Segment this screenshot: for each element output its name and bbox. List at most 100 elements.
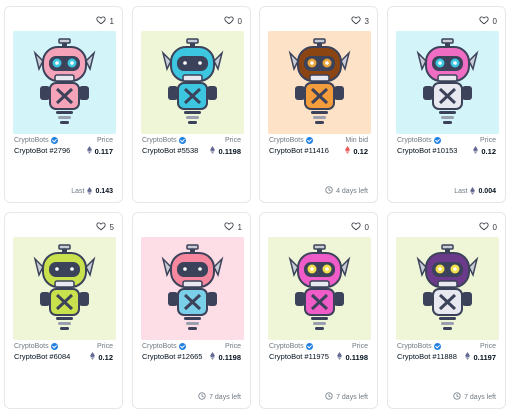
nft-card[interactable]: 1 CryptoBots Price CryptoBot #12665 0.11… (132, 212, 251, 409)
heart-icon (95, 221, 106, 233)
collection-name: CryptoBots (397, 343, 432, 350)
collection-link[interactable]: CryptoBots (142, 137, 186, 144)
card-meta: CryptoBots Price CryptoBot #11975 0.1198 (269, 343, 368, 362)
collection-link[interactable]: CryptoBots (397, 137, 441, 144)
collection-link[interactable]: CryptoBots (269, 137, 313, 144)
card-footer: Last 0.143 (5, 180, 122, 202)
collection-name: CryptoBots (14, 343, 49, 350)
eth-icon (210, 146, 216, 156)
heart-icon (478, 15, 489, 27)
card-footer: Last 0.004 (388, 180, 505, 202)
favorite-count: 0 (237, 16, 242, 26)
verified-icon (305, 343, 313, 350)
card-meta: CryptoBots Min bid CryptoBot #11416 0.12 (269, 137, 368, 156)
nft-name[interactable]: CryptoBot #11888 (397, 352, 457, 362)
collection-link[interactable]: CryptoBots (14, 343, 58, 350)
nft-price: 0.1198 (210, 146, 241, 156)
nft-price: 0.1197 (465, 352, 496, 362)
collection-name: CryptoBots (269, 343, 304, 350)
nft-image[interactable] (141, 31, 244, 134)
verified-icon (50, 343, 58, 350)
eth-icon (90, 352, 96, 362)
nft-name[interactable]: CryptoBot #10153 (397, 146, 457, 156)
nft-image[interactable] (13, 237, 116, 340)
verified-icon (433, 137, 441, 144)
clock-icon (325, 392, 333, 402)
eth-icon (86, 146, 92, 156)
nft-image[interactable] (268, 237, 371, 340)
nft-image[interactable] (268, 31, 371, 134)
card-footer: 7 days left (133, 386, 250, 408)
nft-name[interactable]: CryptoBot #11416 (269, 146, 329, 156)
eth-icon (345, 146, 351, 156)
favorite-button[interactable]: 5 (95, 221, 114, 233)
collection-link[interactable]: CryptoBots (269, 343, 313, 350)
price-label: Price (225, 137, 241, 144)
eth-icon (337, 352, 343, 362)
card-meta: CryptoBots Price CryptoBot #10153 0.12 (397, 137, 496, 156)
nft-card[interactable]: 3 CryptoBots Min bid CryptoBot #11416 0.… (259, 6, 378, 203)
collection-link[interactable]: CryptoBots (397, 343, 441, 350)
favorite-count: 1 (237, 222, 242, 232)
nft-card[interactable]: 0 CryptoBots Price CryptoBot #10153 0.12… (387, 6, 506, 203)
nft-price: 0.1198 (337, 352, 368, 362)
nft-name[interactable]: CryptoBot #6084 (14, 352, 70, 362)
nft-card[interactable]: 0 CryptoBots Price CryptoBot #11888 0.11… (387, 212, 506, 409)
heart-icon (350, 221, 361, 233)
price-label: Price (480, 343, 496, 350)
favorite-button[interactable]: 0 (350, 221, 369, 233)
nft-image[interactable] (396, 31, 499, 134)
favorite-button[interactable]: 0 (478, 221, 497, 233)
nft-price: 0.1198 (210, 352, 241, 362)
time-left-label: 7 days left (464, 393, 496, 401)
favorite-button[interactable]: 0 (223, 15, 242, 27)
nft-card[interactable]: 0 CryptoBots Price CryptoBot #5538 0.119… (132, 6, 251, 203)
price-label: Price (97, 343, 113, 350)
price-label: Price (480, 137, 496, 144)
card-meta: CryptoBots Price CryptoBot #11888 0.1197 (397, 343, 496, 362)
verified-icon (178, 343, 186, 350)
collection-name: CryptoBots (142, 343, 177, 350)
nft-name[interactable]: CryptoBot #12665 (142, 352, 202, 362)
collection-link[interactable]: CryptoBots (142, 343, 186, 350)
last-sale-price: 0.004 (470, 187, 496, 195)
verified-icon (50, 137, 58, 144)
nft-price: 0.12 (473, 146, 496, 156)
nft-name[interactable]: CryptoBot #5538 (142, 146, 198, 156)
last-sale-label: Last (71, 187, 85, 195)
favorite-button[interactable]: 1 (95, 15, 114, 27)
nft-card[interactable]: 5 CryptoBots Price CryptoBot #6084 0.12 (4, 212, 123, 409)
nft-price: 0.12 (90, 352, 113, 362)
collection-link[interactable]: CryptoBots (14, 137, 58, 144)
nft-card[interactable]: 1 CryptoBots Price CryptoBot #2796 0.117… (4, 6, 123, 203)
nft-name[interactable]: CryptoBot #2796 (14, 146, 70, 156)
card-meta: CryptoBots Price CryptoBot #6084 0.12 (14, 343, 113, 362)
favorite-button[interactable]: 0 (478, 15, 497, 27)
favorite-button[interactable]: 3 (350, 15, 369, 27)
nft-image[interactable] (141, 237, 244, 340)
favorite-count: 5 (109, 222, 114, 232)
nft-image[interactable] (396, 237, 499, 340)
eth-icon (210, 352, 216, 362)
card-footer: 4 days left (260, 180, 377, 202)
heart-icon (223, 15, 234, 27)
last-sale-price: 0.143 (87, 187, 113, 195)
nft-price: 0.12 (345, 146, 368, 156)
time-left-label: 7 days left (209, 393, 241, 401)
card-meta: CryptoBots Price CryptoBot #5538 0.1198 (142, 137, 241, 156)
nft-name[interactable]: CryptoBot #11975 (269, 352, 329, 362)
nft-card[interactable]: 0 CryptoBots Price CryptoBot #11975 0.11… (259, 212, 378, 409)
nft-image[interactable] (13, 31, 116, 134)
favorite-count: 0 (492, 16, 497, 26)
time-left-label: 7 days left (336, 393, 368, 401)
verified-icon (433, 343, 441, 350)
collection-name: CryptoBots (397, 137, 432, 144)
favorite-button[interactable]: 1 (223, 221, 242, 233)
heart-icon (223, 221, 234, 233)
favorite-count: 1 (109, 16, 114, 26)
card-meta: CryptoBots Price CryptoBot #12665 0.1198 (142, 343, 241, 362)
eth-icon (473, 146, 479, 156)
nft-price: 0.117 (86, 146, 113, 156)
heart-icon (350, 15, 361, 27)
card-footer: 7 days left (388, 386, 505, 408)
